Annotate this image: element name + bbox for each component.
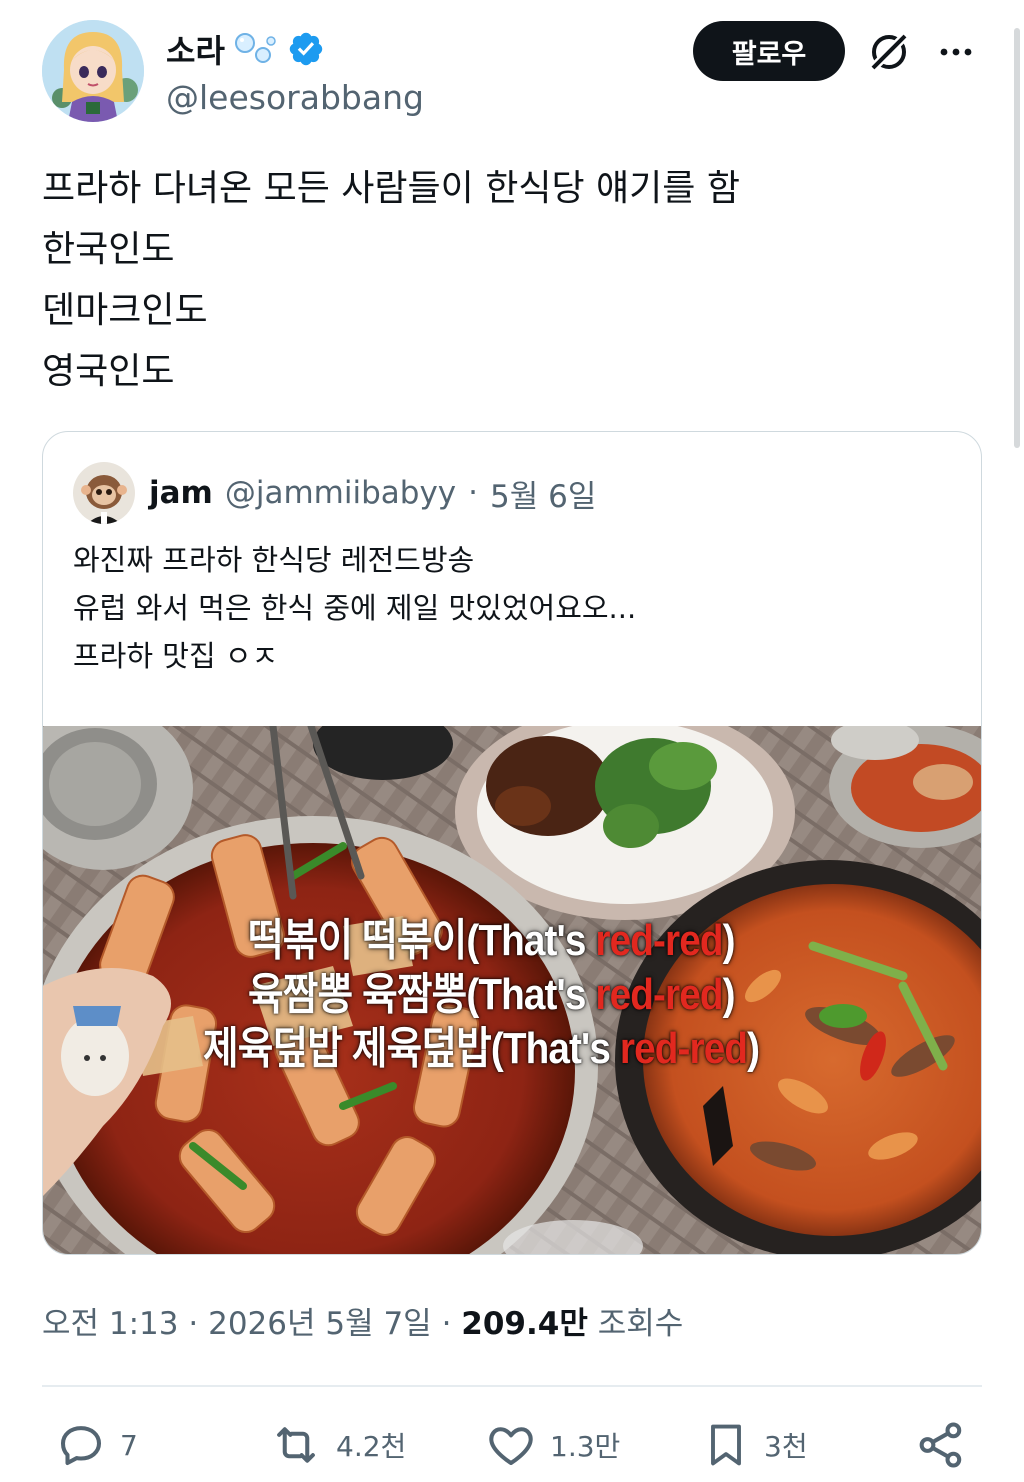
more-options-icon[interactable]	[936, 32, 976, 72]
like-button[interactable]: 1.3만	[484, 1418, 620, 1472]
author-handle[interactable]: @leesorabbang	[166, 78, 424, 117]
tweet-line: 프라하 다녀온 모든 사람들이 한식당 얘기를 함	[42, 168, 740, 209]
food-photo[interactable]: 떡볶이 떡볶이(That's red-red) 육짬뽕 육짬뽕(That's r…	[43, 726, 981, 1254]
quoted-tweet-text: 와진짜 프라하 한식당 레전드방송 유럽 와서 먹은 한식 중에 제일 맛있었어…	[73, 536, 953, 680]
bookmark-count: 3천	[764, 1430, 808, 1463]
divider	[42, 1385, 982, 1387]
tweet-header: 소라 @leesorabbang 팔로우	[42, 20, 982, 124]
tweet-line: 한국인도	[42, 229, 175, 270]
heart-icon	[489, 1427, 533, 1466]
tweet-meta: 오전 1:13 · 2026년 5월 7일 · 209.4만 조회수	[42, 1298, 683, 1343]
meta-separator: ·	[188, 1306, 209, 1342]
tweet-line: 영국인도	[42, 351, 175, 392]
verified-badge-icon	[289, 32, 323, 66]
quoted-tweet-line: 유럽 와서 먹은 한식 중에 제일 맛있었어요오...	[73, 591, 637, 625]
action-bar: 7 4.2천 1.3만 3천	[0, 1410, 1024, 1482]
quoted-tweet-date: 5월 6일	[490, 478, 597, 515]
view-count: 209.4만	[461, 1306, 588, 1342]
grok-icon[interactable]	[865, 28, 913, 76]
tweet-date[interactable]: 2026년 5월 7일	[208, 1306, 432, 1342]
quoted-tweet-line: 와진짜 프라하 한식당 레전드방송	[73, 543, 475, 577]
quoted-tweet-line: 프라하 맛집 ㅇㅈ	[73, 639, 279, 673]
view-count-label: 조회수	[597, 1306, 684, 1342]
image-caption-line: 제육덮밥 제육덮밥(That's red-red)	[203, 1024, 760, 1073]
reply-icon	[60, 1426, 102, 1466]
quoted-tweet-card[interactable]: jam @jammiibabyy · 5월 6일 와진짜 프라하 한식당 레전드…	[42, 431, 982, 1255]
meta-separator: ·	[468, 475, 478, 511]
author-display-name[interactable]: 소라	[166, 26, 225, 72]
repost-icon	[277, 1427, 315, 1463]
quoted-author-avatar	[73, 462, 135, 524]
share-icon	[919, 1422, 962, 1468]
quoted-tweet-header: jam @jammiibabyy · 5월 6일	[73, 462, 596, 524]
tweet-line: 덴마크인도	[42, 290, 208, 331]
bookmark-icon	[711, 1424, 741, 1466]
quoted-author-name: jam	[149, 475, 213, 511]
follow-button[interactable]: 팔로우	[693, 21, 845, 81]
bookmark-button[interactable]: 3천	[700, 1418, 808, 1472]
reply-button[interactable]: 7	[54, 1418, 138, 1472]
scrollbar[interactable]	[1014, 28, 1020, 448]
tweet-text: 프라하 다녀온 모든 사람들이 한식당 얘기를 함 한국인도 덴마크인도 영국인…	[42, 158, 972, 402]
like-count: 1.3만	[550, 1430, 621, 1463]
tweet-time[interactable]: 오전 1:13	[42, 1306, 179, 1342]
reply-count: 7	[120, 1428, 138, 1462]
share-button[interactable]	[914, 1418, 968, 1472]
author-avatar[interactable]	[42, 20, 144, 122]
quoted-author-handle: @jammiibabyy	[224, 475, 457, 511]
repost-count: 4.2천	[336, 1430, 407, 1463]
meta-separator: ·	[441, 1306, 462, 1342]
repost-button[interactable]: 4.2천	[268, 1418, 406, 1472]
bubbles-emoji-icon	[234, 33, 276, 63]
author-name-row[interactable]: 소라	[166, 26, 325, 72]
